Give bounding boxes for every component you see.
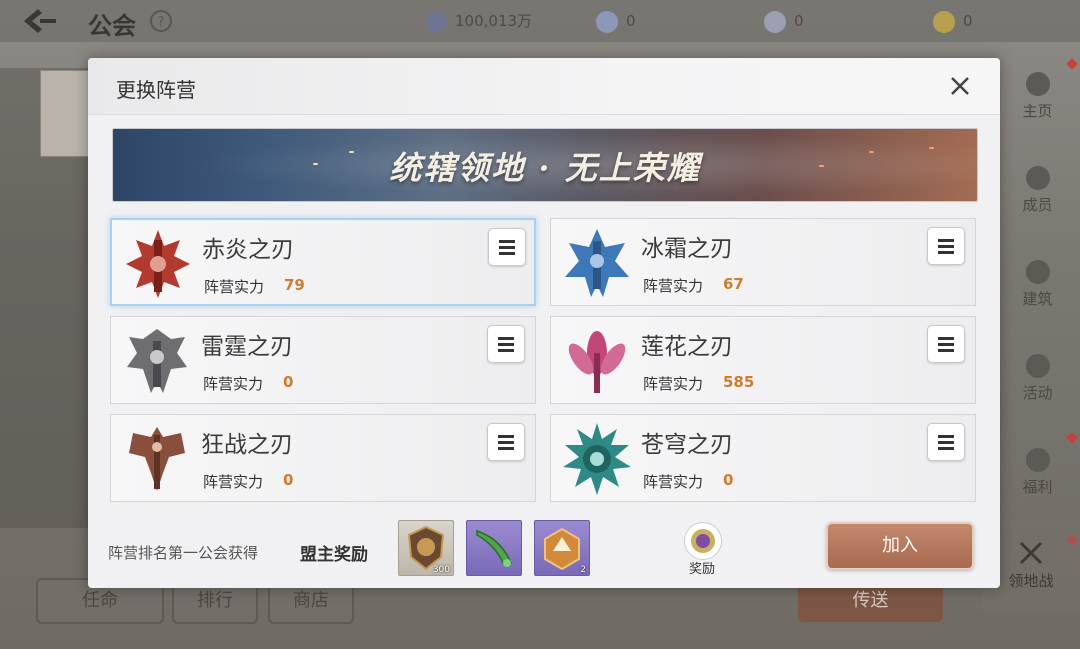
- camp-power-label: 阵营实力: [203, 375, 264, 393]
- join-button[interactable]: 加入: [826, 522, 974, 570]
- guild-emblem: [40, 70, 92, 157]
- resource-power: 100,013万: [425, 9, 532, 33]
- activity-icon: [1025, 354, 1050, 378]
- camp-power-label: 阵营实力: [204, 278, 265, 296]
- resource-gem: 0: [596, 9, 636, 33]
- info-icon: [1025, 72, 1050, 96]
- camp-details-button[interactable]: [927, 227, 965, 265]
- camp-card-bingshuang[interactable]: 冰霜之刃 阵营实力 67: [550, 218, 976, 306]
- reward-preview-icon[interactable]: [684, 522, 722, 560]
- guild-sidebar: 主页 成员 建筑 活动 福利: [1000, 42, 1080, 562]
- camp-power-label: 阵营实力: [643, 473, 704, 491]
- gem-icon: [596, 10, 618, 33]
- reward-item-rank-badge[interactable]: 2: [534, 520, 590, 576]
- gift-icon: [1025, 448, 1050, 472]
- crossed-swords-icon: [1019, 541, 1043, 565]
- lotus-blade-emblem-icon: [568, 331, 626, 393]
- camp-power-value: 0: [283, 373, 294, 391]
- sidebar-item-building[interactable]: 建筑: [1000, 252, 1075, 322]
- close-icon[interactable]: [948, 74, 972, 98]
- reward-item-green-horn[interactable]: [466, 520, 522, 576]
- camp-power-label: 阵营实力: [203, 473, 264, 491]
- resource-gold-coin: 0: [933, 9, 973, 33]
- camp-power-value: 79: [284, 276, 305, 294]
- dialog-header: 更换阵营: [88, 58, 1000, 115]
- camp-details-button[interactable]: [927, 325, 965, 363]
- leader-reward-title: 盟主奖励: [300, 545, 368, 565]
- gold-coin-icon: [933, 10, 955, 33]
- camp-card-chiyan[interactable]: 赤炎之刃 阵营实力 79: [110, 218, 536, 306]
- camp-details-button[interactable]: [927, 423, 965, 461]
- menu-icon: [498, 337, 514, 340]
- camp-name: 苍穹之刃: [641, 432, 733, 458]
- back-arrow-icon[interactable]: [22, 6, 58, 36]
- menu-icon: [938, 435, 954, 438]
- item-count: 2: [580, 565, 586, 575]
- building-icon: [1025, 260, 1050, 284]
- help-icon[interactable]: ?: [150, 10, 172, 32]
- menu-icon: [938, 239, 954, 242]
- sidebar-item-members[interactable]: 成员: [1000, 158, 1075, 228]
- camp-power-value: 0: [283, 471, 294, 489]
- camp-name: 狂战之刃: [201, 432, 293, 458]
- red-blade-emblem-icon: [126, 230, 190, 298]
- blue-blade-emblem-icon: [565, 229, 629, 297]
- camp-name: 雷霆之刃: [201, 334, 293, 360]
- camp-power-label: 阵营实力: [643, 277, 704, 295]
- camp-name: 冰霜之刃: [641, 236, 733, 262]
- camp-card-leiting[interactable]: 雷霆之刃 阵营实力 0: [110, 316, 536, 404]
- axe-blade-emblem-icon: [129, 427, 185, 491]
- banner: 统辖领地 · 无上荣耀: [112, 128, 978, 202]
- page-title: 公会: [88, 12, 136, 40]
- sidebar-item-home[interactable]: 主页: [1000, 64, 1075, 134]
- camp-power-value: 67: [723, 275, 744, 293]
- sidebar-item-welfare[interactable]: 福利: [1000, 440, 1075, 510]
- item-count: 300: [432, 565, 450, 575]
- menu-icon: [499, 240, 515, 243]
- camp-name: 赤炎之刃: [202, 237, 294, 263]
- camp-name: 莲花之刃: [641, 334, 733, 360]
- camp-card-kuangzhan[interactable]: 狂战之刃 阵营实力 0: [110, 414, 536, 502]
- resource-shield-coin: 0: [764, 9, 804, 33]
- sidebar-item-activity[interactable]: 活动: [1000, 346, 1075, 416]
- change-camp-dialog: 更换阵营 统辖领地 · 无上荣耀 赤炎之刃 阵营实力 79 冰霜之刃 阵营实力 …: [88, 58, 1000, 588]
- menu-icon: [938, 337, 954, 340]
- camp-card-lianhua[interactable]: 莲花之刃 阵营实力 585: [550, 316, 976, 404]
- camp-power-value: 0: [723, 471, 734, 489]
- reward-item-territory-badge[interactable]: 300: [398, 520, 454, 576]
- camp-details-button[interactable]: [488, 228, 526, 266]
- camp-card-cangqiong[interactable]: 苍穹之刃 阵营实力 0: [550, 414, 976, 502]
- grey-blade-emblem-icon: [127, 329, 187, 393]
- camp-power-value: 585: [723, 373, 755, 391]
- camp-details-button[interactable]: [487, 325, 525, 363]
- banner-slogan: 统辖领地 · 无上荣耀: [389, 149, 701, 187]
- camp-power-label: 阵营实力: [643, 375, 704, 393]
- sun-blade-emblem-icon: [563, 423, 631, 495]
- green-horn-icon: [476, 529, 512, 567]
- menu-icon: [498, 435, 514, 438]
- reward-description: 阵营排名第一公会获得: [108, 544, 259, 562]
- dialog-title: 更换阵营: [116, 78, 196, 102]
- power-icon: [425, 10, 447, 33]
- reward-preview-label[interactable]: 奖励: [672, 558, 732, 577]
- camp-details-button[interactable]: [487, 423, 525, 461]
- shield-coin-icon: [764, 10, 786, 33]
- members-icon: [1025, 166, 1050, 190]
